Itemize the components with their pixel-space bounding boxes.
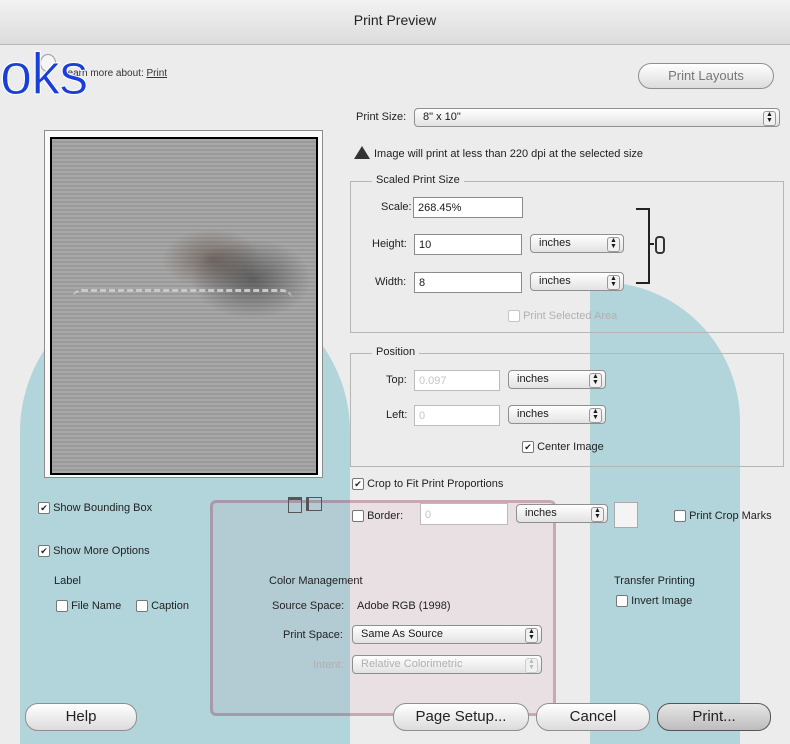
chevron-updown-icon: ▲ ▼ [607,237,620,252]
invert-image-option[interactable]: Invert Image [616,595,693,608]
color-management-title: Color Management [269,575,363,587]
source-space-value: Adobe RGB (1998) [357,600,451,612]
crop-to-fit[interactable]: ✔ Crop to Fit Print Proportions [352,478,504,491]
center-image[interactable]: ✔ Center Image [522,441,604,454]
caption-checkbox[interactable] [136,600,148,613]
show-more-options[interactable]: ✔ Show More Options [38,545,150,558]
chevron-updown-icon: ▲ ▼ [589,408,602,423]
center-image-label: Center Image [537,441,604,453]
print-size-select[interactable]: 8" x 10" ▲ ▼ [414,108,780,127]
top-unit-select[interactable]: inches ▲ ▼ [508,370,606,389]
chevron-updown-icon: ▲ ▼ [591,507,604,522]
scale-label: Scale: [381,201,412,213]
source-space-label: Source Space: [272,600,345,612]
left-unit-select[interactable]: inches ▲ ▼ [508,405,606,424]
warning-text: Image will print at less than 220 dpi at… [374,148,644,160]
caption-label: Caption [151,600,189,612]
width-unit-value: inches [539,275,571,287]
border-label: Border: [367,510,404,522]
show-more-options-label: Show More Options [53,545,150,557]
top-label: Top: [386,374,407,386]
intent-select[interactable]: Relative Colorimetric ▲ ▼ [352,655,542,674]
print-selected-area-checkbox[interactable] [508,310,520,323]
print-button[interactable]: Print... [657,703,771,731]
crop-to-fit-label: Crop to Fit Print Proportions [367,478,504,490]
height-unit-select[interactable]: inches ▲ ▼ [530,234,624,253]
top-input[interactable]: 0.097 [414,370,500,391]
print-size-value: 8" x 10" [423,111,461,123]
help-button[interactable]: Help [25,703,137,731]
crop-to-fit-checkbox[interactable]: ✔ [352,478,364,491]
border-unit-value: inches [525,507,557,519]
print-space-select[interactable]: Same As Source ▲ ▼ [352,625,542,644]
left-unit-value: inches [517,408,549,420]
border-unit-select[interactable]: inches ▲ ▼ [516,504,608,523]
transfer-printing-title: Transfer Printing [614,575,695,587]
fit-width-icon[interactable] [288,497,302,513]
print-selected-area[interactable]: Print Selected Area [508,310,618,323]
border-color-swatch[interactable] [614,502,638,528]
left-input[interactable]: 0 [414,405,500,426]
cancel-button[interactable]: Cancel [536,703,650,731]
print-space-label: Print Space: [283,629,343,641]
constrain-bracket [636,208,650,284]
intent-label: Intent: [313,659,344,671]
print-crop-marks[interactable]: Print Crop Marks [674,510,772,523]
print-space-value: Same As Source [361,628,443,640]
window-title: Print Preview [353,12,437,28]
height-label: Height: [372,238,407,250]
intent-value: Relative Colorimetric [361,658,463,670]
chevron-updown-icon: ▲ ▼ [525,628,538,643]
show-bounding-box[interactable]: ✔ Show Bounding Box [38,502,153,515]
invert-image-label: Invert Image [631,595,693,607]
height-unit-value: inches [539,237,571,249]
print-size-label: Print Size: [356,111,407,123]
chevron-updown-icon: ▲ ▼ [607,275,620,290]
warning-triangle-icon [354,146,370,159]
print-crop-marks-label: Print Crop Marks [689,510,772,522]
width-input[interactable]: 8 [414,272,522,293]
file-name-label: File Name [71,600,122,612]
print-crop-marks-checkbox[interactable] [674,510,686,523]
print-layouts-button[interactable]: Print Layouts [638,63,774,89]
print-selected-area-label: Print Selected Area [523,310,618,322]
position-legend: Position [372,346,420,358]
label-section-title: Label [54,575,81,587]
invert-image-checkbox[interactable] [616,595,628,608]
pocket-stitch [72,289,292,462]
print-help-link[interactable]: Print [147,68,168,79]
left-label: Left: [386,409,408,421]
file-name-option[interactable]: File Name [56,600,122,613]
chevron-updown-icon: ▲ ▼ [763,111,776,126]
border-option[interactable]: Border: [352,510,404,523]
width-unit-select[interactable]: inches ▲ ▼ [530,272,624,291]
file-name-checkbox[interactable] [56,600,68,613]
scale-input[interactable]: 268.45% [413,197,523,218]
width-label: Width: [375,276,407,288]
top-unit-value: inches [517,373,549,385]
watermark-text: oks [0,42,89,107]
constrain-link-connector [648,243,654,245]
fit-height-icon[interactable] [306,497,322,511]
show-bounding-box-label: Show Bounding Box [53,502,153,514]
caption-option[interactable]: Caption [136,600,189,613]
chain-link-icon[interactable] [655,236,665,254]
show-bounding-box-checkbox[interactable]: ✔ [38,502,50,515]
border-checkbox[interactable] [352,510,364,523]
scaled-print-size-legend: Scaled Print Size [372,174,464,186]
show-more-options-checkbox[interactable]: ✔ [38,545,50,558]
height-input[interactable]: 10 [414,234,522,255]
border-input[interactable]: 0 [420,503,508,525]
preview-image [50,137,318,475]
center-image-checkbox[interactable]: ✔ [522,441,534,454]
chevron-updown-icon: ▲ ▼ [525,658,538,673]
page-setup-button[interactable]: Page Setup... [393,703,529,731]
chevron-updown-icon: ▲ ▼ [589,373,602,388]
